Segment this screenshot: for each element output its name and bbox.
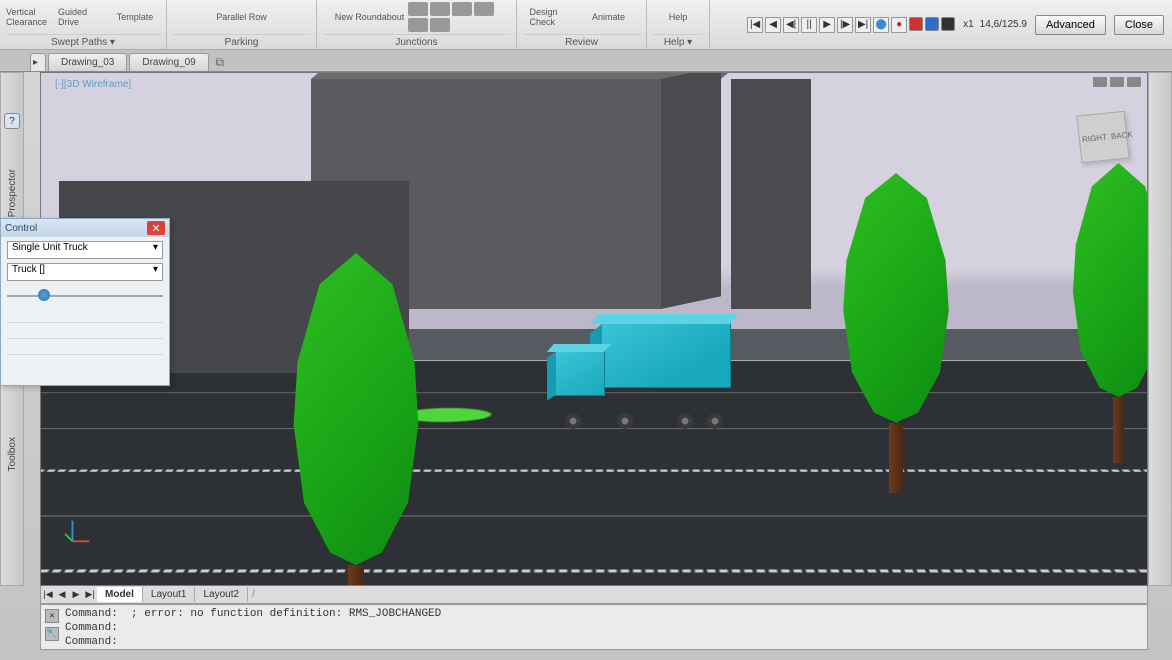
junction-icon[interactable] <box>452 2 472 16</box>
go-end-button[interactable]: ▶| <box>855 17 871 33</box>
go-start-button[interactable]: |◀ <box>747 17 763 33</box>
playback-controls: |◀ ◀ ◀| || ▶ |▶ ▶| ⬤ ● <box>747 17 955 33</box>
parallel-row-button[interactable]: Parallel Row <box>216 2 267 32</box>
status-readout: x1 14,6/125.9 <box>963 19 1027 30</box>
advanced-button[interactable]: Advanced <box>1035 15 1106 35</box>
record-button[interactable]: ● <box>891 17 907 33</box>
doc-tab-more-icon[interactable]: ⧉ <box>211 53 229 71</box>
wheel-icon <box>677 413 693 429</box>
guided-drive-button[interactable]: Guided Drive <box>58 2 108 32</box>
viewport-title[interactable]: [-][3D Wireframe] <box>49 77 137 92</box>
pause-button[interactable]: || <box>801 17 817 33</box>
coordinates: 14,6/125.9 <box>980 19 1027 30</box>
ribbon: Vertical Clearance Guided Drive Template… <box>0 0 1172 50</box>
zoom-level: x1 <box>963 19 974 30</box>
viewcube[interactable]: RIGHT BACK <box>1076 111 1129 164</box>
viewcube-face[interactable]: RIGHT <box>1079 130 1109 146</box>
close-icon[interactable]: ✕ <box>147 221 165 235</box>
vehicle-truck <box>561 323 731 423</box>
ribbon-group-help: Help Help ▾ <box>647 0 710 49</box>
junction-tool-icons <box>408 2 498 32</box>
right-scroll-strip[interactable] <box>1148 72 1172 586</box>
help-button[interactable]: Help <box>653 2 703 32</box>
truck-box <box>601 323 731 388</box>
building-side <box>731 79 811 309</box>
junction-icon[interactable] <box>430 2 450 16</box>
minimize-icon[interactable] <box>1093 77 1107 87</box>
junction-icon[interactable] <box>408 2 428 16</box>
vehicle-class-select[interactable]: Single Unit Truck▾ <box>7 241 163 259</box>
wheel-icon <box>707 413 723 429</box>
play-button[interactable]: ▶ <box>819 17 835 33</box>
design-check-button[interactable]: Design Check <box>530 2 580 32</box>
tab-nav-next[interactable]: ▶ <box>69 588 83 602</box>
close-button[interactable]: Close <box>1114 15 1164 35</box>
command-window[interactable]: ✕ 🔧 Command: ; error: no function defini… <box>40 604 1148 650</box>
junction-icon[interactable] <box>474 2 494 16</box>
ribbon-group-label: Junctions <box>323 34 510 49</box>
ribbon-group-label[interactable]: Swept Paths ▾ <box>6 34 160 49</box>
viewcube-face[interactable]: BACK <box>1108 127 1135 143</box>
axis-gizmo-icon <box>65 517 93 545</box>
step-back-button[interactable]: ◀ <box>765 17 781 33</box>
doc-tab[interactable]: Drawing_03 <box>48 53 127 71</box>
tab-nav-last[interactable]: ▶| <box>83 588 97 602</box>
layout-tab-model[interactable]: Model <box>97 587 143 602</box>
vehicle-select[interactable]: Truck []▾ <box>7 263 163 281</box>
tree <box>291 253 421 586</box>
command-output: Command: <box>65 621 1143 635</box>
car-icon[interactable] <box>925 17 939 31</box>
junction-icon[interactable] <box>430 18 450 32</box>
document-tabs: ▸ Drawing_03 Drawing_09 ⧉ <box>0 50 1172 72</box>
new-roundabout-button[interactable]: New Roundabout <box>335 2 405 32</box>
maximize-icon[interactable] <box>1110 77 1124 87</box>
control-panel-titlebar[interactable]: Control ✕ <box>1 219 169 237</box>
viewport-window-controls <box>1093 77 1141 87</box>
doc-tab-menu[interactable]: ▸ <box>30 53 46 71</box>
command-settings-icon[interactable]: 🔧 <box>45 627 59 641</box>
tab-nav-prev[interactable]: ◀ <box>55 588 69 602</box>
ribbon-group-junctions: New Roundabout Junctions <box>317 0 517 49</box>
help-icon[interactable]: ? <box>4 113 20 129</box>
prospector-panel-tab[interactable]: Prospector <box>7 169 18 217</box>
animate-button[interactable]: Animate <box>584 2 634 32</box>
command-close-icon[interactable]: ✕ <box>45 609 59 623</box>
toolbox-panel-tab[interactable]: Toolbox <box>7 437 18 471</box>
ribbon-group-swept-paths: Vertical Clearance Guided Drive Template… <box>0 0 167 49</box>
template-button[interactable]: Template <box>110 2 160 32</box>
close-icon[interactable] <box>1127 77 1141 87</box>
ribbon-group-parking: Parallel Row Parking <box>167 0 317 49</box>
control-panel-title: Control <box>5 223 37 234</box>
ribbon-group-label: Parking <box>173 34 310 49</box>
doc-tab[interactable]: Drawing_09 <box>129 53 208 71</box>
tab-nav-first[interactable]: |◀ <box>41 588 55 602</box>
flag-icon[interactable] <box>909 17 923 31</box>
junction-icon[interactable] <box>408 18 428 32</box>
loop-button[interactable]: ⬤ <box>873 17 889 33</box>
layout-tab-bar: |◀ ◀ ▶ ▶| Model Layout1 Layout2 / <box>40 586 1148 604</box>
command-input[interactable]: Command: <box>65 635 1143 649</box>
ribbon-group-label: Review <box>523 34 640 49</box>
step-fwd-button[interactable]: |▶ <box>837 17 853 33</box>
tree <box>1071 163 1148 463</box>
wheel-icon <box>565 413 581 429</box>
vertical-clearance-button[interactable]: Vertical Clearance <box>6 2 56 32</box>
animation-slider[interactable] <box>7 285 163 307</box>
view-icon[interactable] <box>941 17 955 31</box>
model-viewport[interactable]: [-][3D Wireframe] RIGHT BACK WCS <box>40 72 1148 586</box>
tree <box>841 173 951 493</box>
wheel-icon <box>617 413 633 429</box>
command-output: Command: ; error: no function definition… <box>65 607 1143 621</box>
rewind-button[interactable]: ◀| <box>783 17 799 33</box>
ribbon-group-review: Design Check Animate Review <box>517 0 647 49</box>
truck-cab <box>555 351 605 396</box>
control-panel: Control ✕ Single Unit Truck▾ Truck []▾ <box>0 218 170 386</box>
layout-tab[interactable]: Layout2 <box>195 587 248 602</box>
ribbon-right: |◀ ◀ ◀| || ▶ |▶ ▶| ⬤ ● x1 14,6/125.9 Adv… <box>739 0 1172 49</box>
layout-tab[interactable]: Layout1 <box>143 587 196 602</box>
ribbon-group-label[interactable]: Help ▾ <box>653 34 703 49</box>
slider-thumb[interactable] <box>38 289 50 301</box>
